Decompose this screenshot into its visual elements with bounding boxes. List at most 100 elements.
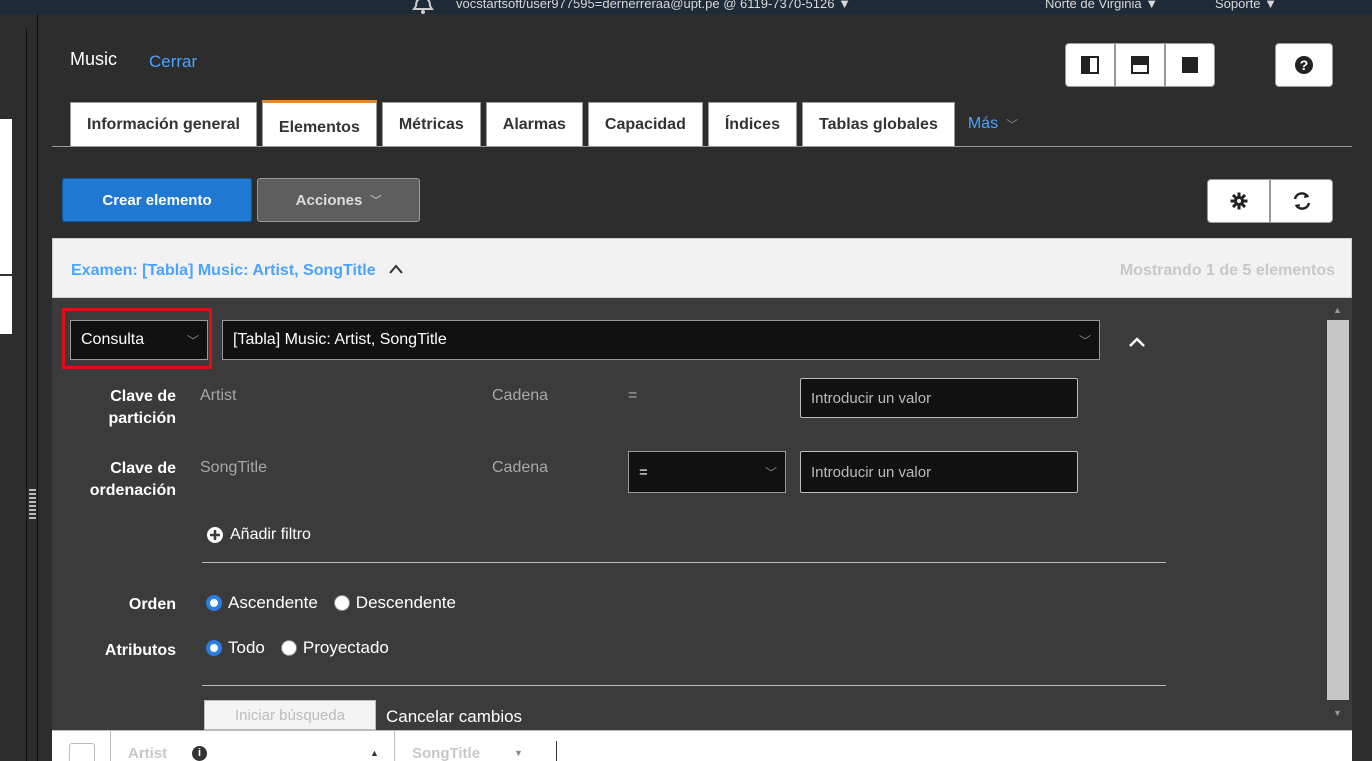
tab-more-label: Más (967, 115, 999, 132)
cancel-changes-link[interactable]: Cancelar cambios (386, 707, 522, 727)
partition-key-label-line2: partición (108, 410, 176, 427)
split-vertical-button[interactable] (1065, 43, 1115, 87)
console-top-bar: vocstartsoft/user977595=dernerreraa@upt.… (0, 0, 1372, 14)
chevron-down-icon: ﹀ (1006, 117, 1019, 132)
column-header-songtitle[interactable]: SongTitle (412, 745, 480, 761)
resize-handle[interactable] (29, 489, 36, 519)
scan-mode-value: Consulta (81, 331, 145, 348)
partition-key-operator: = (628, 387, 638, 404)
full-view-icon (1182, 57, 1198, 73)
table-tools-group (1207, 179, 1333, 223)
account-menu[interactable]: vocstartsoft/user977595=dernerreraa@upt.… (456, 0, 851, 11)
split-vertical-icon (1081, 56, 1099, 74)
tab-alarmas[interactable]: Alarmas (485, 102, 583, 146)
actions-label: Acciones (295, 191, 363, 209)
help-icon: ? (1295, 56, 1313, 74)
index-select[interactable]: [Tabla] Music: Artist, SongTitle ﹀ (222, 320, 1100, 360)
add-filter-button[interactable]: Añadir filtro (206, 526, 311, 544)
partition-key-label-line1: Clave de (110, 388, 176, 405)
support-menu[interactable]: Soporte ▼ (1215, 0, 1277, 11)
column-resize-handle[interactable] (556, 741, 557, 761)
results-table-header: Artist i ▲ SongTitle ▼ (52, 730, 1352, 761)
side-panel-edge (0, 119, 12, 274)
sort-key-operator-select[interactable]: = ﹀ (628, 451, 786, 493)
partition-key-label: Clave de partición (66, 386, 176, 430)
column-divider (110, 731, 111, 761)
sort-key-attribute: SongTitle (200, 459, 267, 476)
scrollbar-thumb[interactable] (1327, 320, 1349, 700)
refresh-icon (1293, 192, 1310, 210)
sort-key-label-line1: Clave de (110, 460, 176, 477)
index-value: [Tabla] Music: Artist, SongTitle (233, 331, 447, 348)
query-panel: Consulta ﹀ [Tabla] Music: Artist, SongTi… (52, 298, 1352, 730)
refresh-button[interactable] (1270, 179, 1333, 223)
select-all-checkbox[interactable] (69, 743, 95, 761)
partition-key-attribute: Artist (200, 387, 237, 404)
chevron-down-icon: ﹀ (1078, 333, 1091, 348)
scroll-down-icon[interactable]: ▼ (1333, 708, 1342, 718)
attributes-divider (202, 685, 1166, 686)
side-panel-edge-lower (0, 274, 12, 334)
partition-key-type: Cadena (492, 387, 549, 404)
vertical-scrollbar[interactable]: ▲ ▼ (1324, 298, 1352, 730)
scan-panel-header[interactable]: Examen: [Tabla] Music: Artist, SongTitle… (52, 238, 1352, 298)
table-title: Music (70, 49, 118, 69)
chevron-down-icon: ﹀ (370, 195, 382, 207)
partition-key-value-input[interactable]: Introducir un valor (800, 378, 1078, 418)
item-count: Mostrando 1 de 5 elementos (1119, 262, 1335, 279)
tab-more[interactable]: Más ﹀ (968, 102, 1018, 146)
sort-key-label: Clave de ordenación (66, 458, 176, 502)
attributes-projected-radio[interactable] (280, 640, 297, 656)
settings-button[interactable] (1207, 179, 1270, 223)
column-header-artist[interactable]: Artist (128, 745, 167, 761)
attributes-all-label[interactable]: Todo (228, 638, 265, 658)
chevron-down-icon: ﹀ (764, 465, 777, 480)
tab-elementos[interactable]: Elementos (261, 100, 377, 146)
tab-metricas[interactable]: Métricas (381, 102, 481, 146)
scan-title[interactable]: Examen: [Tabla] Music: Artist, SongTitle (71, 262, 404, 280)
sort-key-type: Cadena (492, 459, 549, 476)
collapse-chevron-icon[interactable] (1128, 336, 1146, 348)
scroll-up-icon[interactable]: ▲ (1333, 305, 1342, 315)
close-link[interactable]: Cerrar (149, 52, 197, 72)
left-gutter (0, 14, 38, 761)
create-item-button[interactable]: Crear elemento (62, 178, 252, 222)
split-horizontal-button[interactable] (1115, 43, 1165, 87)
order-ascending-label[interactable]: Ascendente (228, 593, 318, 613)
region-menu[interactable]: Norte de Virginia ▼ (1045, 0, 1158, 11)
tab-indices[interactable]: Índices (707, 102, 797, 146)
svg-text:?: ? (1300, 57, 1309, 73)
help-button[interactable]: ? (1275, 43, 1333, 87)
full-view-button[interactable] (1165, 43, 1215, 87)
chevron-up-icon (389, 264, 403, 274)
attributes-projected-label[interactable]: Proyectado (303, 638, 389, 658)
split-horizontal-icon (1131, 56, 1149, 74)
filter-divider (202, 562, 1166, 563)
chevron-down-icon: ﹀ (186, 333, 199, 348)
order-descending-label[interactable]: Descendente (356, 593, 456, 613)
sort-descending-icon[interactable]: ▼ (514, 748, 523, 758)
order-ascending-radio[interactable] (206, 595, 222, 611)
sort-key-value-input[interactable]: Introducir un valor (800, 451, 1078, 493)
info-icon[interactable]: i (192, 746, 207, 761)
order-descending-radio[interactable] (333, 595, 350, 611)
sort-ascending-icon[interactable]: ▲ (370, 748, 379, 758)
attributes-label: Atributos (104, 642, 176, 659)
tab-tablas-globales[interactable]: Tablas globales (801, 102, 955, 146)
gutter-divider (26, 28, 27, 761)
layout-toggle-group (1065, 43, 1215, 87)
gear-icon (1230, 192, 1247, 210)
bell-icon[interactable] (412, 0, 436, 14)
attributes-all-radio[interactable] (206, 640, 222, 656)
sort-key-label-line2: ordenación (89, 482, 176, 499)
start-search-button[interactable]: Iniciar búsqueda (204, 700, 376, 730)
tab-informacion-general[interactable]: Información general (70, 102, 257, 146)
sort-key-operator-value: = (639, 463, 648, 481)
tabs-divider (52, 146, 1352, 147)
actions-dropdown[interactable]: Acciones ﹀ (257, 178, 420, 222)
tab-capacidad[interactable]: Capacidad (587, 102, 703, 146)
order-label: Orden (128, 596, 176, 613)
scan-mode-select[interactable]: Consulta ﹀ (70, 320, 208, 360)
add-filter-label: Añadir filtro (230, 526, 311, 543)
order-radio-group: Ascendente Descendente (206, 593, 456, 613)
